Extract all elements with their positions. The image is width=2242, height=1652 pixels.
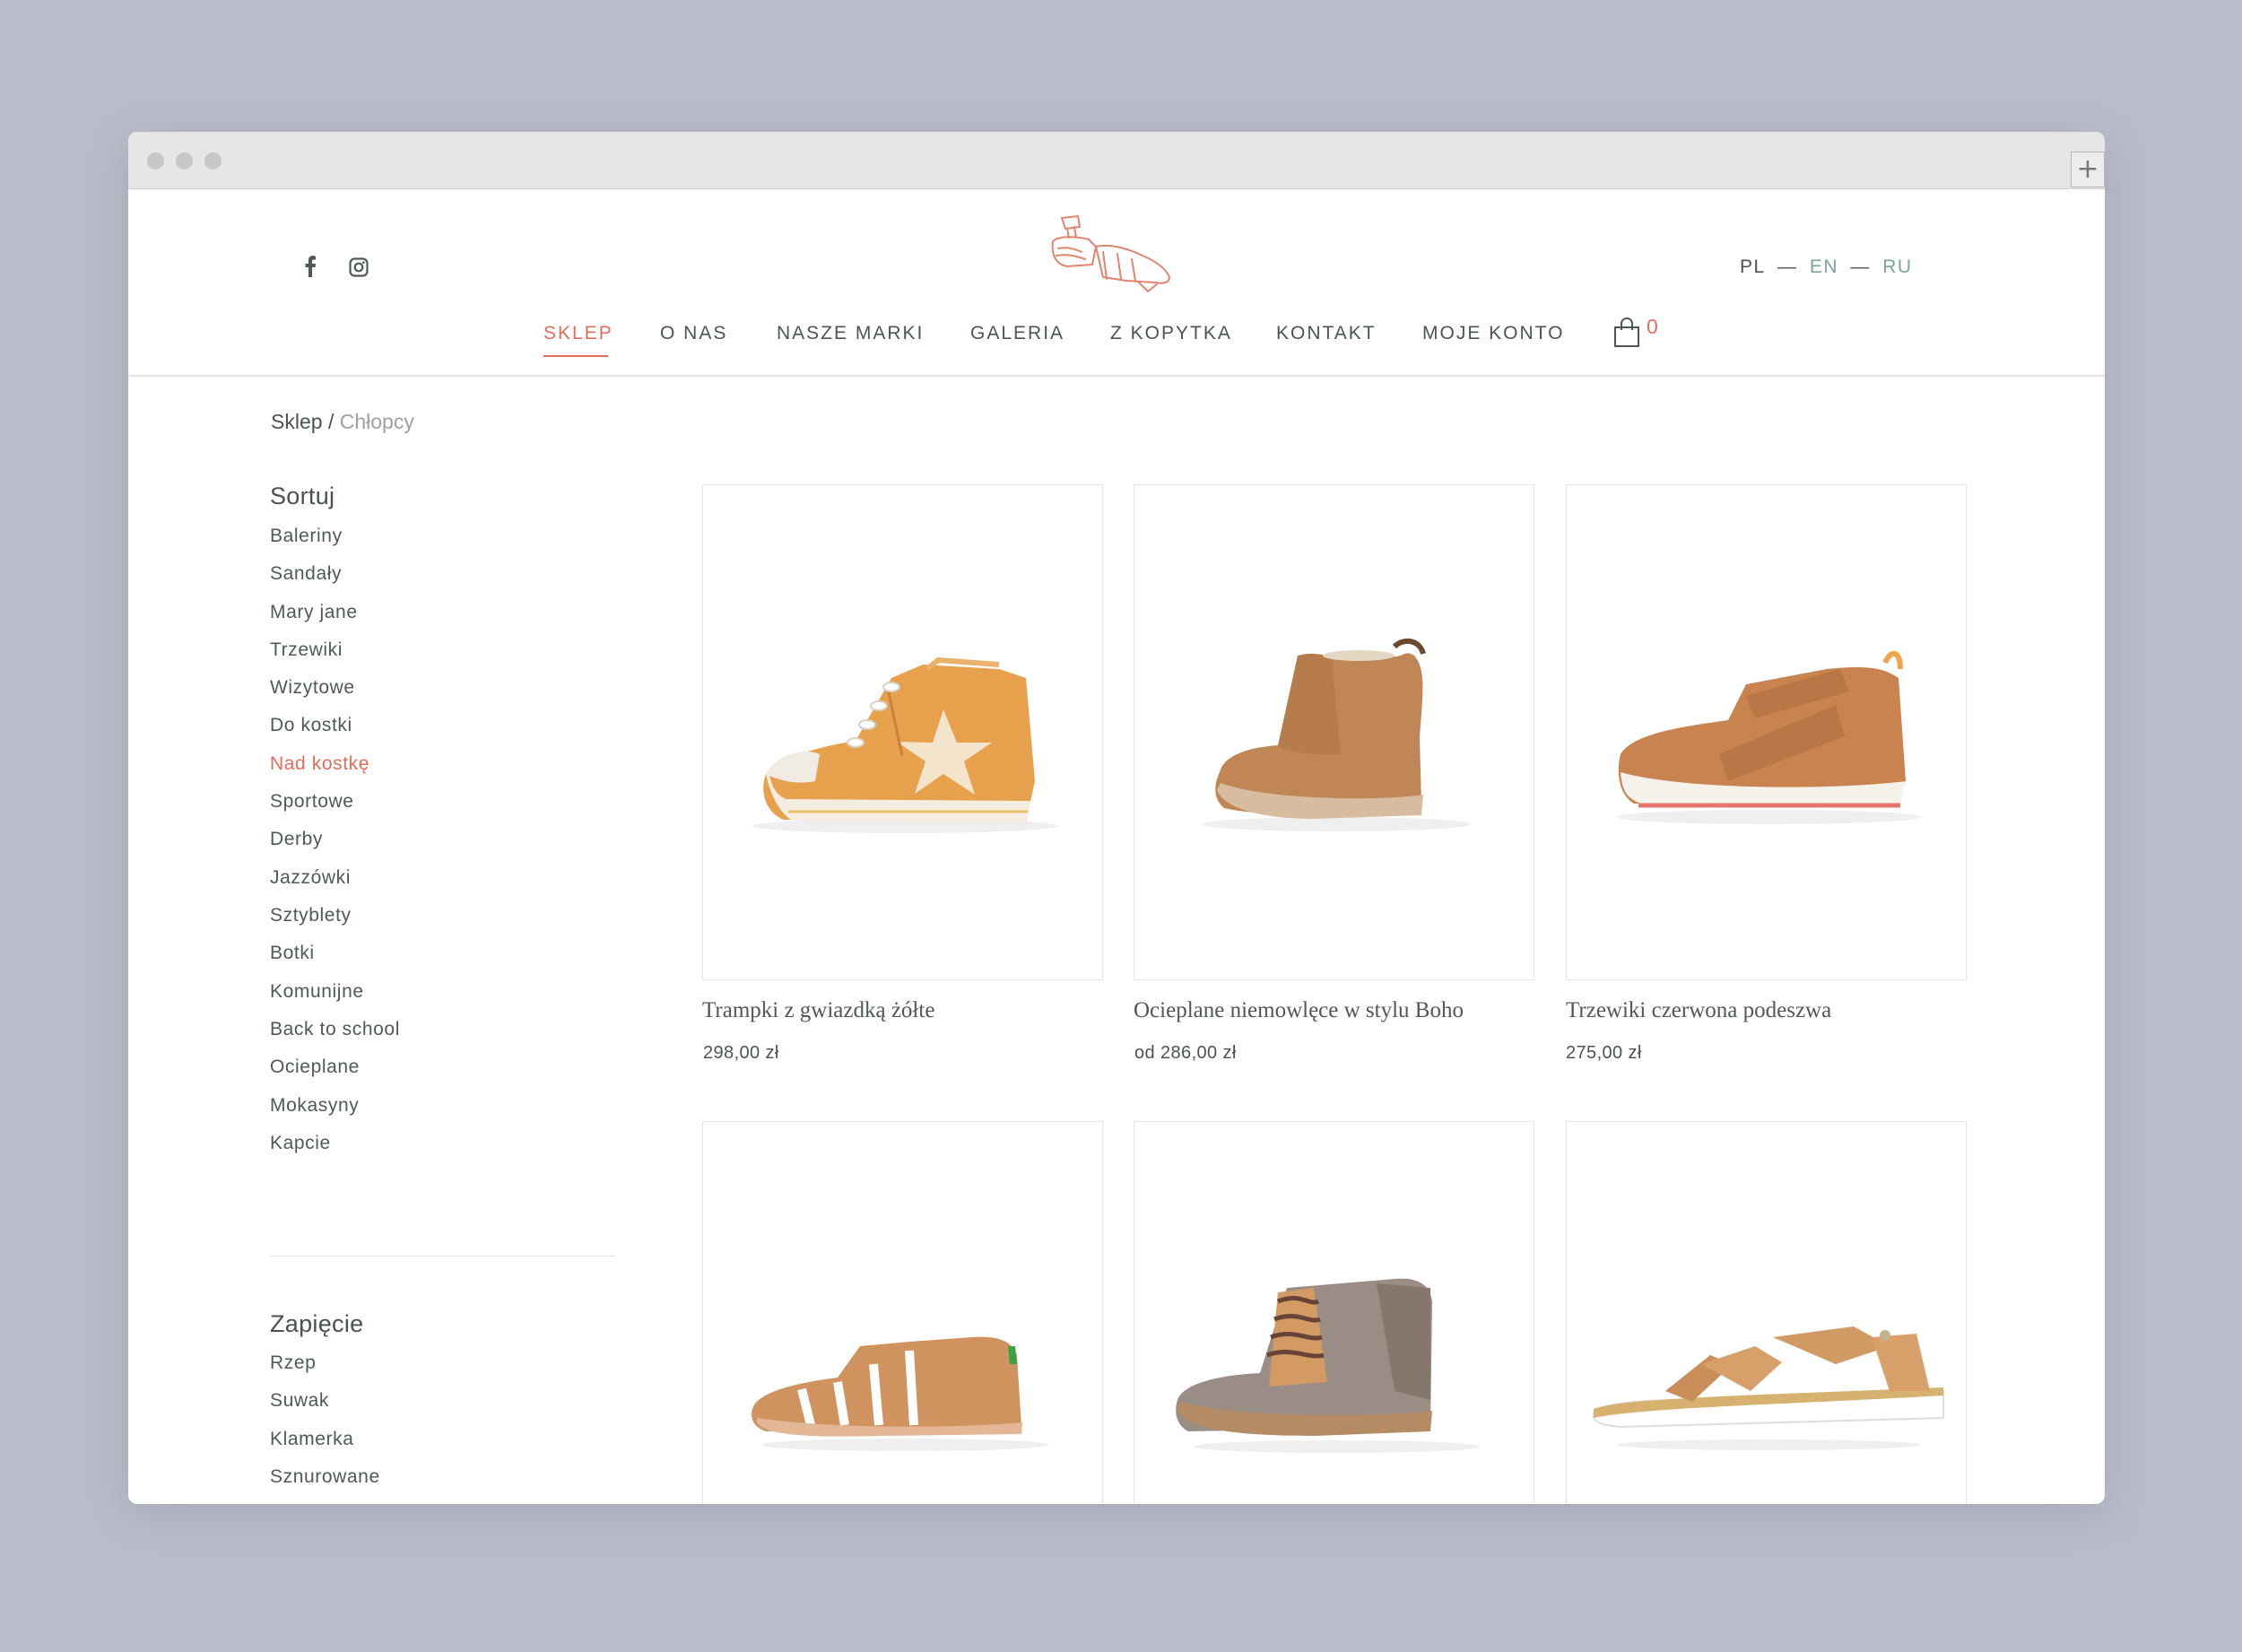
sort-item[interactable]: Derby — [270, 829, 323, 850]
nav-item-moje-konto[interactable]: MOJE KONTO — [1422, 323, 1564, 344]
lang-en[interactable]: EN — [1810, 256, 1838, 278]
nav-active-underline — [543, 355, 608, 357]
sort-item[interactable]: Mary jane — [270, 602, 358, 623]
sort-item-active[interactable]: Nad kostkę — [270, 753, 369, 775]
nav-item-z-kopytka[interactable]: Z KOPYTKA — [1110, 323, 1232, 344]
sort-item[interactable]: Do kostki — [270, 715, 352, 736]
window-zoom-dot[interactable] — [204, 152, 222, 170]
browser-window: + PL — EN — RU SKLEP O NAS NASZE MARKI G… — [128, 132, 2105, 1504]
product-card-image[interactable] — [1134, 484, 1534, 980]
brown-baby-boot — [1202, 638, 1471, 831]
fastening-item[interactable]: Sznurowane — [270, 1466, 380, 1488]
product-card-image[interactable] — [1566, 1121, 1967, 1504]
lang-separator: — — [1777, 256, 1798, 277]
fastening-item[interactable]: Suwak — [270, 1390, 329, 1412]
instagram-icon[interactable] — [349, 257, 369, 277]
sort-item[interactable]: Komunijne — [270, 981, 364, 1003]
sort-item[interactable]: Baleriny — [270, 526, 343, 547]
shopping-bag-icon[interactable] — [1613, 317, 1640, 348]
fastening-item[interactable]: Klamerka — [270, 1429, 354, 1450]
sort-item[interactable]: Mokasyny — [270, 1095, 359, 1117]
shoe-last-logo[interactable] — [1049, 214, 1172, 293]
product-price: od 286,00 zł — [1134, 1043, 1237, 1063]
sort-item[interactable]: Botki — [270, 943, 315, 964]
product-card-image[interactable] — [1134, 1121, 1534, 1504]
lang-pl[interactable]: PL — [1740, 256, 1766, 278]
cart-count-badge[interactable]: 0 — [1647, 315, 1658, 339]
sort-item[interactable]: Kapcie — [270, 1133, 331, 1154]
nav-item-kontakt[interactable]: KONTAKT — [1276, 323, 1377, 344]
facebook-icon[interactable] — [304, 256, 317, 277]
sort-item[interactable]: Wizytowe — [270, 677, 355, 699]
breadcrumb-current: Chłopcy — [339, 410, 414, 433]
nav-item-galeria[interactable]: GALERIA — [970, 323, 1065, 344]
sort-item[interactable]: Sztyblety — [270, 905, 352, 926]
new-tab-plus-icon[interactable]: + — [2071, 152, 2105, 187]
product-price: 275,00 zł — [1566, 1043, 1642, 1063]
nav-item-o-nas[interactable]: O NAS — [660, 323, 727, 344]
tan-velcro-boot — [1616, 650, 1921, 824]
sort-heading: Sortuj — [270, 483, 335, 509]
grey-lace-up-boot — [1176, 1278, 1480, 1453]
fastening-heading: Zapięcie — [270, 1310, 364, 1337]
product-name[interactable]: Ocieplane niemowlęce w stylu Boho — [1134, 998, 1464, 1023]
sort-item[interactable]: Trzewiki — [270, 639, 343, 661]
sort-item[interactable]: Sandały — [270, 563, 342, 585]
sort-item[interactable]: Sportowe — [270, 791, 354, 813]
browser-titlebar: + — [128, 132, 2105, 189]
lang-separator: — — [1850, 256, 1871, 277]
window-minimize-dot[interactable] — [176, 152, 193, 170]
breadcrumb-root[interactable]: Sklep — [271, 410, 323, 433]
product-name[interactable]: Trampki z gwiazdką żółte — [702, 998, 934, 1023]
breadcrumb-separator: / — [327, 410, 335, 433]
yellow-star-sneaker — [752, 656, 1057, 833]
tan-sandal — [752, 1336, 1048, 1451]
nav-item-nasze-marki[interactable]: NASZE MARKI — [777, 323, 924, 344]
fastening-item[interactable]: Rzep — [270, 1352, 316, 1374]
sort-item[interactable]: Ocieplane — [270, 1056, 360, 1078]
window-close-dot[interactable] — [147, 152, 164, 170]
nav-item-sklep[interactable]: SKLEP — [543, 323, 613, 344]
sort-item[interactable]: Jazzówki — [270, 867, 351, 889]
product-card-image[interactable] — [1566, 484, 1967, 980]
product-card-image[interactable] — [702, 1121, 1103, 1504]
sort-item[interactable]: Back to school — [270, 1019, 400, 1040]
tan-bow-sandal — [1592, 1326, 1944, 1450]
product-card-image[interactable] — [702, 484, 1103, 980]
language-switcher: PL — EN — RU — [1740, 256, 1913, 278]
product-name[interactable]: Trzewiki czerwona podeszwa — [1566, 998, 1831, 1023]
product-price: 298,00 zł — [703, 1043, 779, 1063]
lang-ru[interactable]: RU — [1882, 256, 1912, 278]
breadcrumb: Sklep / Chłopcy — [271, 410, 414, 434]
